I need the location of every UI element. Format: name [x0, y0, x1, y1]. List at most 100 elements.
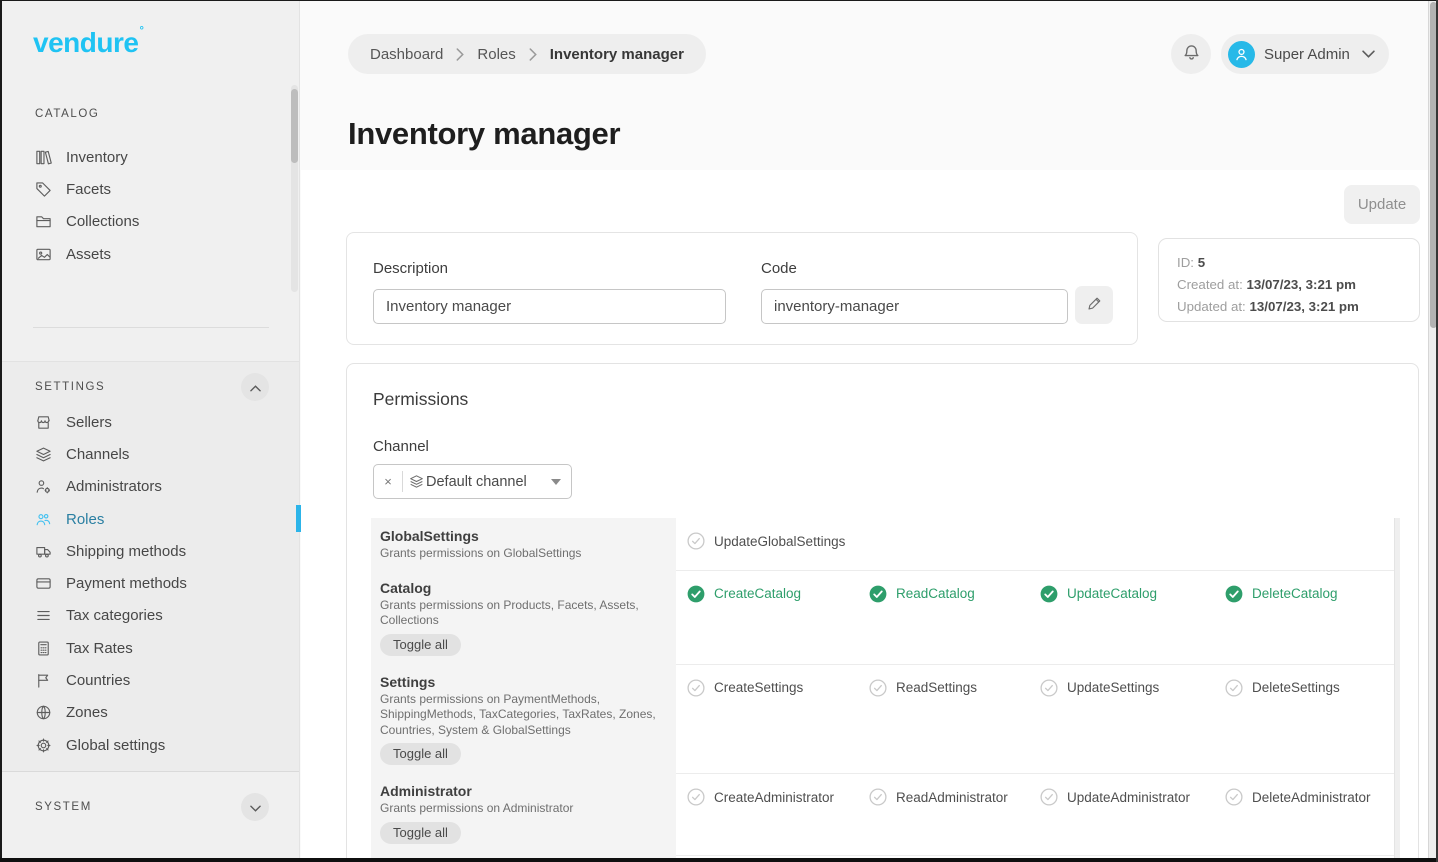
permission-checkbox-createsettings[interactable]: CreateSettings — [687, 679, 869, 697]
notifications-button[interactable] — [1171, 34, 1211, 74]
chevron-up-icon — [250, 380, 261, 395]
permission-table-scrollbar[interactable] — [1394, 518, 1400, 858]
sidebar-item-roles[interactable]: Roles — [2, 503, 299, 535]
permission-row-checks: CreateCatalog ReadCatalog UpdateCatalog … — [676, 570, 1394, 664]
description-label: Description — [373, 260, 726, 277]
permission-row-catalog: Catalog Grants permissions on Products, … — [371, 570, 1394, 664]
permission-checkbox-readsettings[interactable]: ReadSettings — [869, 679, 1040, 697]
list-icon — [35, 607, 53, 625]
permission-label: UpdateGlobalSettings — [714, 534, 845, 549]
permission-label: CreateAdministrator — [714, 790, 834, 805]
window-edge — [0, 0, 2, 862]
vendure-logo[interactable]: vendure° — [33, 25, 143, 59]
sidebar-item-zones[interactable]: Zones — [2, 697, 299, 729]
active-item-indicator — [296, 505, 301, 532]
channel-value: Default channel — [426, 474, 527, 490]
permission-label: DeleteAdministrator — [1252, 790, 1371, 805]
permission-checkbox-readcatalog[interactable]: ReadCatalog — [869, 585, 1040, 603]
permission-checkbox-deletecatalog[interactable]: DeleteCatalog — [1225, 585, 1394, 603]
sidebar-item-label: Assets — [66, 246, 111, 263]
channel-select[interactable]: × Default channel — [373, 464, 572, 499]
permission-group-description: Grants permissions on Products, Facets, … — [380, 598, 662, 629]
sidebar-item-label: Zones — [66, 704, 108, 721]
permissions-title: Permissions — [373, 389, 468, 410]
toggle-all-button[interactable]: Toggle all — [380, 743, 461, 765]
toggle-all-button[interactable]: Toggle all — [380, 822, 461, 844]
permission-label: UpdateCatalog — [1067, 586, 1157, 601]
permission-checkbox-deletesettings[interactable]: DeleteSettings — [1225, 679, 1394, 697]
storefront-icon — [35, 413, 53, 431]
permissions-card: Permissions Channel × Default channel Gl… — [346, 363, 1419, 859]
permission-row-checks: UpdateGlobalSettings — [676, 518, 1394, 570]
main-area: Dashboard Roles Inventory manager Super Ad… — [301, 1, 1428, 858]
user-menu[interactable]: Super Admin — [1221, 34, 1389, 74]
permission-checkbox-updateglobalsettings[interactable]: UpdateGlobalSettings — [687, 532, 869, 550]
sidebar: vendure° CATALOG Inventory Facets Collec… — [2, 1, 300, 858]
permission-label: DeleteCatalog — [1252, 586, 1338, 601]
logo-text: vendure — [33, 27, 138, 58]
sidebar-item-label: Tax Rates — [66, 640, 133, 657]
breadcrumb-item-roles[interactable]: Roles — [477, 46, 515, 63]
section-collapse-button[interactable] — [241, 373, 269, 401]
sidebar-item-global-settings[interactable]: Global settings — [2, 729, 299, 761]
code-input[interactable] — [761, 289, 1068, 324]
breadcrumb-item-dashboard[interactable]: Dashboard — [370, 46, 443, 63]
flag-icon — [35, 672, 53, 690]
chevron-right-icon — [529, 48, 537, 61]
permission-label: DeleteSettings — [1252, 680, 1340, 695]
page-title: Inventory manager — [348, 116, 620, 152]
sidebar-item-payment-methods[interactable]: Payment methods — [2, 567, 299, 599]
sidebar-item-label: Administrators — [66, 478, 162, 495]
sidebar-item-assets[interactable]: Assets — [2, 238, 299, 270]
sidebar-item-inventory[interactable]: Inventory — [2, 141, 299, 173]
permission-checkbox-updatecatalog[interactable]: UpdateCatalog — [1040, 585, 1225, 603]
permission-row-settings: Settings Grants permissions on PaymentMe… — [371, 664, 1394, 774]
checked-circle-icon — [1225, 585, 1243, 603]
permission-group-description: Grants permissions on Administrator — [380, 801, 662, 817]
edit-code-button[interactable] — [1075, 286, 1113, 324]
sidebar-item-facets[interactable]: Facets — [2, 173, 299, 205]
sidebar-item-shipping-methods[interactable]: Shipping methods — [2, 535, 299, 567]
sidebar-item-administrators[interactable]: Administrators — [2, 471, 299, 503]
sidebar-item-label: Channels — [66, 446, 129, 463]
code-label: Code — [761, 260, 1068, 277]
layers-icon — [35, 445, 53, 463]
breadcrumb-item-inventory-manager[interactable]: Inventory manager — [550, 46, 684, 63]
unchecked-circle-icon — [1225, 788, 1243, 806]
remove-channel-icon[interactable]: × — [374, 474, 402, 489]
unchecked-circle-icon — [687, 532, 705, 550]
permission-row-info: Administrator Grants permissions on Admi… — [371, 773, 676, 855]
permission-checkbox-createadministrator[interactable]: CreateAdministrator — [687, 788, 869, 806]
unchecked-circle-icon — [869, 679, 887, 697]
sidebar-item-label: Sellers — [66, 414, 112, 431]
permission-row-checks: CreateAdministrator ReadAdministrator Up… — [676, 773, 1394, 855]
sidebar-item-sellers[interactable]: Sellers — [2, 406, 299, 438]
toggle-all-button[interactable]: Toggle all — [380, 634, 461, 656]
permission-label: ReadSettings — [896, 680, 977, 695]
permission-checkbox-updateadministrator[interactable]: UpdateAdministrator — [1040, 788, 1225, 806]
permission-label: UpdateAdministrator — [1067, 790, 1190, 805]
update-button[interactable]: Update — [1344, 185, 1420, 224]
sidebar-item-tax-categories[interactable]: Tax categories — [2, 600, 299, 632]
permission-checkbox-updatesettings[interactable]: UpdateSettings — [1040, 679, 1225, 697]
truck-icon — [35, 542, 53, 560]
bell-icon — [1182, 43, 1201, 65]
description-input[interactable] — [373, 289, 726, 324]
permission-row-info: Settings Grants permissions on PaymentMe… — [371, 664, 676, 774]
credit-card-icon — [35, 575, 53, 593]
permission-checkbox-createcatalog[interactable]: CreateCatalog — [687, 585, 869, 603]
unchecked-circle-icon — [687, 679, 705, 697]
sidebar-item-countries[interactable]: Countries — [2, 664, 299, 696]
sidebar-item-collections[interactable]: Collections — [2, 206, 299, 238]
select-caret-icon — [551, 479, 561, 485]
sidebar-item-channels[interactable]: Channels — [2, 438, 299, 470]
sidebar-item-tax-rates[interactable]: Tax Rates — [2, 632, 299, 664]
sidebar-section-system: SYSTEM — [2, 792, 299, 834]
sidebar-item-label: Payment methods — [66, 575, 187, 592]
permission-group-name: GlobalSettings — [380, 528, 662, 544]
section-collapse-button[interactable] — [241, 793, 269, 821]
permission-group-name: Administrator — [380, 783, 662, 799]
permission-checkbox-readadministrator[interactable]: ReadAdministrator — [869, 788, 1040, 806]
permission-checkbox-deleteadministrator[interactable]: DeleteAdministrator — [1225, 788, 1394, 806]
gear-icon — [35, 736, 53, 754]
